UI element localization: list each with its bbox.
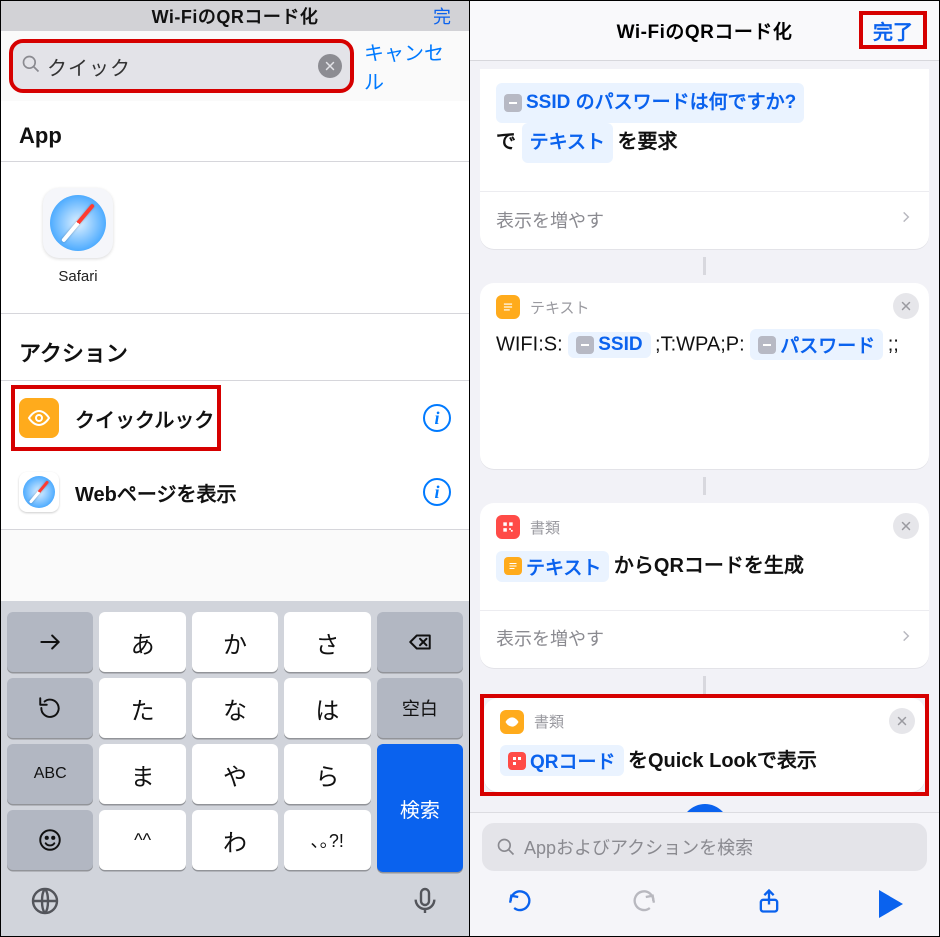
key-caret[interactable]: ^^ bbox=[99, 810, 185, 870]
page-title: Wi-FiのQRコード化 bbox=[617, 17, 793, 44]
action-card-ask-input[interactable]: SSID のパスワードは何ですか? で テキスト を要求 表示を増やす bbox=[480, 69, 929, 249]
key-ma[interactable]: ま bbox=[99, 744, 185, 804]
qr-icon bbox=[496, 515, 520, 539]
action-card-text[interactable]: テキスト WIFI:S: SSID ;T:WPA;P: パスワード ;; bbox=[480, 283, 929, 469]
cancel-button[interactable]: キャンセル bbox=[364, 37, 457, 95]
background-title: Wi-FiのQRコード化 bbox=[152, 3, 319, 29]
safari-small-icon bbox=[19, 472, 59, 512]
action-label: クイックルック bbox=[75, 404, 407, 433]
add-action-button[interactable] bbox=[681, 804, 729, 812]
key-search[interactable]: 検索 bbox=[377, 744, 463, 872]
left-pane: Wi-FiのQRコード化 完 キャンセル App Safari アクション bbox=[1, 1, 470, 936]
clear-search-button[interactable] bbox=[318, 54, 342, 78]
chevron-right-icon bbox=[899, 206, 913, 233]
show-more[interactable]: 表示を増やす bbox=[480, 191, 929, 249]
key-next-candidate[interactable] bbox=[7, 612, 93, 672]
variable-qrcode[interactable]: QRコード bbox=[500, 745, 624, 776]
navbar: Wi-FiのQRコード化 完了 bbox=[470, 1, 939, 61]
search-placeholder: Appおよびアクションを検索 bbox=[524, 834, 753, 860]
text-icon bbox=[496, 295, 520, 319]
background-done: 完 bbox=[433, 3, 451, 29]
search-box[interactable] bbox=[11, 41, 352, 91]
key-ra[interactable]: ら bbox=[284, 744, 370, 804]
key-ta[interactable]: た bbox=[99, 678, 185, 738]
keyboard[interactable]: あ か さ た な は 空白 ABC ま や ら 検索 ^^ わ ､｡?! bbox=[1, 601, 469, 936]
app-label: Safari bbox=[58, 268, 97, 285]
key-backspace[interactable] bbox=[377, 612, 463, 672]
globe-icon[interactable] bbox=[29, 885, 61, 922]
action-header: アクション bbox=[1, 314, 469, 380]
action-card-generate-qr[interactable]: 書類 テキスト からQRコードを生成 表示を増やす bbox=[480, 503, 929, 668]
info-button[interactable]: i bbox=[423, 404, 451, 432]
app-header: App bbox=[1, 101, 469, 161]
variable-ssid[interactable]: SSID bbox=[568, 332, 650, 358]
info-button[interactable]: i bbox=[423, 478, 451, 506]
key-punct[interactable]: ､｡?! bbox=[284, 810, 370, 870]
card-head-label: 書類 bbox=[534, 711, 564, 732]
variable-ssid-question[interactable]: SSID のパスワードは何ですか? bbox=[496, 83, 804, 123]
action-show-webpage[interactable]: Webページを表示 i bbox=[1, 455, 469, 529]
action-card-quicklook[interactable]: 書類 QRコード をQuick Lookで表示 bbox=[484, 698, 925, 793]
workflow-canvas[interactable]: SSID のパスワードは何ですか? で テキスト を要求 表示を増やす テキスト bbox=[470, 61, 939, 812]
action-quicklook[interactable]: クイックルック i bbox=[1, 381, 469, 455]
app-grid: Safari bbox=[1, 162, 469, 313]
delete-action-button[interactable] bbox=[889, 708, 915, 734]
right-pane: Wi-FiのQRコード化 完了 SSID のパスワードは何ですか? で テキスト… bbox=[470, 1, 939, 936]
run-button[interactable] bbox=[879, 890, 903, 918]
key-ya[interactable]: や bbox=[192, 744, 278, 804]
eye-icon bbox=[500, 710, 524, 734]
share-button[interactable] bbox=[755, 887, 783, 920]
variable-password[interactable]: パスワード bbox=[750, 329, 883, 360]
undo-button[interactable] bbox=[506, 887, 534, 920]
key-a[interactable]: あ bbox=[99, 612, 185, 672]
card-head-label: テキスト bbox=[530, 297, 590, 318]
key-space[interactable]: 空白 bbox=[377, 678, 463, 738]
key-na[interactable]: な bbox=[192, 678, 278, 738]
done-button[interactable]: 完了 bbox=[859, 11, 927, 49]
action-label: Webページを表示 bbox=[75, 478, 407, 507]
background-navbar: Wi-FiのQRコード化 完 bbox=[1, 1, 469, 31]
bottom-toolbar: Appおよびアクションを検索 bbox=[470, 812, 939, 936]
key-emoji[interactable] bbox=[7, 810, 93, 870]
key-wa[interactable]: わ bbox=[192, 810, 278, 870]
delete-action-button[interactable] bbox=[893, 513, 919, 539]
key-ha[interactable]: は bbox=[284, 678, 370, 738]
variable-text[interactable]: テキスト bbox=[496, 551, 609, 582]
delete-action-button[interactable] bbox=[893, 293, 919, 319]
chevron-right-icon bbox=[899, 625, 913, 652]
variable-text-type[interactable]: テキスト bbox=[522, 123, 613, 163]
action-search[interactable]: Appおよびアクションを検索 bbox=[482, 823, 927, 871]
key-undo[interactable] bbox=[7, 678, 93, 738]
redo-button[interactable] bbox=[630, 887, 658, 920]
key-abc[interactable]: ABC bbox=[7, 744, 93, 804]
app-item-safari[interactable]: Safari bbox=[33, 188, 123, 285]
search-icon bbox=[21, 54, 41, 79]
safari-icon bbox=[43, 188, 113, 258]
key-sa[interactable]: さ bbox=[284, 612, 370, 672]
search-input[interactable] bbox=[47, 55, 312, 78]
eye-icon bbox=[19, 398, 59, 438]
card-head-label: 書類 bbox=[530, 517, 560, 538]
show-more[interactable]: 表示を増やす bbox=[480, 610, 929, 668]
mic-icon[interactable] bbox=[409, 885, 441, 922]
search-row: キャンセル bbox=[1, 31, 469, 101]
key-ka[interactable]: か bbox=[192, 612, 278, 672]
